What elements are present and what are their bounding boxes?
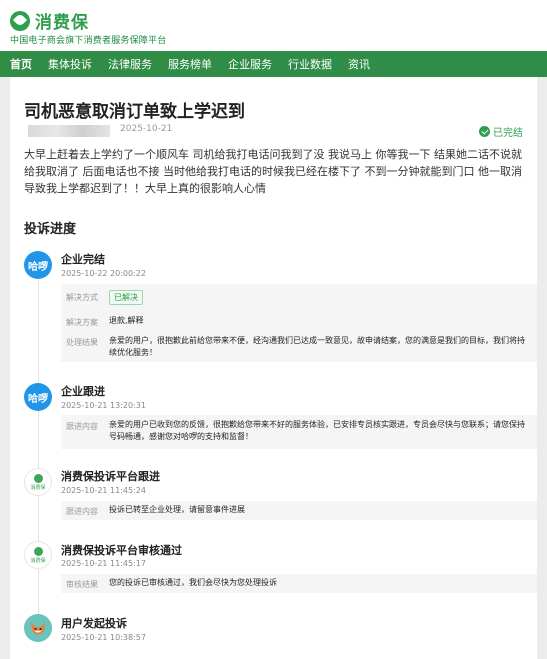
site-logo[interactable]: 消费保: [10, 8, 89, 33]
progress-heading: 投诉进度: [24, 222, 77, 237]
site-header: 消费保 中国电子商会旗下消费者服务保障平台: [0, 0, 547, 50]
row-value: 投诉已转至企业处理，请留意事件进展: [109, 505, 245, 514]
resolved-tag: 已解决: [109, 290, 143, 305]
timeline-detail-box: 跟进内容 投诉已转至企业处理，请留意事件进展: [61, 501, 537, 520]
status-label: 已完结: [493, 128, 523, 139]
row-value: 退款,解释: [109, 316, 144, 325]
avatar-label: 消费保: [30, 484, 46, 491]
nav-item-news[interactable]: 资讯: [348, 56, 370, 72]
right-gutter: [537, 77, 547, 659]
leaf-icon: [33, 473, 43, 483]
nav-item-rankings[interactable]: 服务榜单: [168, 56, 212, 72]
row-label: 审核结果: [66, 580, 98, 589]
avatar-label: 消费保: [30, 557, 46, 564]
nav-item-enterprise[interactable]: 企业服务: [228, 56, 272, 72]
fox-avatar-icon: [24, 614, 52, 642]
leaf-logo-icon: [10, 10, 30, 31]
timeline-detail-box: 解决方式 已解决 解决方案 退款,解释 处理结果 亲爱的用户，很抱歉此前给您带来…: [61, 284, 537, 362]
nav-item-legal[interactable]: 法律服务: [108, 56, 152, 72]
leaf-icon: [33, 546, 43, 556]
row-value: 亲爱的用户，很抱歉此前给您带来不便，经沟通我们已达成一致意见，故申请结案，您的满…: [109, 336, 525, 357]
hellobike-avatar: 哈啰: [24, 383, 52, 411]
timeline-time: 2025-10-22 20:00:22: [61, 269, 146, 278]
brand-subtitle: 中国电子商会旗下消费者服务保障平台: [10, 36, 167, 46]
row-value: 亲爱的用户已收到您的反馈，很抱歉给您带来不好的服务体验，已安排专员核实跟进，专员…: [109, 420, 525, 441]
left-gutter: [0, 77, 10, 659]
timeline-title: 企业完结: [61, 253, 105, 266]
brand-name: 消费保: [35, 13, 89, 33]
row-label: 解决方案: [66, 318, 98, 327]
avatar-label: 哈啰: [28, 393, 48, 405]
main-nav: 首页 集体投诉 法律服务 服务榜单 企业服务 行业数据 资讯: [0, 51, 547, 77]
timeline-connector: [38, 265, 39, 630]
complaint-title: 司机恶意取消订单致上学迟到: [24, 102, 245, 122]
nav-item-industry-data[interactable]: 行业数据: [288, 56, 332, 72]
timeline-time: 2025-10-21 10:38:57: [61, 633, 146, 642]
complaint-body: 大早上赶着去上学约了一个顺风车 司机给我打电话问我到了没 我说马上 你等我一下 …: [24, 148, 522, 195]
platform-avatar: 消费保: [24, 468, 52, 496]
row-label: 处理结果: [66, 338, 98, 347]
timeline-detail-box: 审核结果 您的投诉已审核通过，我们会尽快为您处理投诉: [61, 574, 537, 593]
timeline-time: 2025-10-21 11:45:17: [61, 559, 146, 568]
row-value: 您的投诉已审核通过，我们会尽快为您处理投诉: [109, 578, 277, 587]
platform-avatar: 消费保: [24, 541, 52, 569]
complaint-detail: 司机恶意取消订单致上学迟到 2025-10-21 已完结 大早上赶着去上学约了一…: [10, 77, 537, 659]
row-label: 跟进内容: [66, 507, 98, 516]
timeline-title: 企业跟进: [61, 385, 105, 398]
blurred-username: [28, 125, 110, 137]
row-label: 解决方式: [66, 293, 98, 302]
complaint-date: 2025-10-21: [120, 124, 173, 134]
hellobike-avatar: 哈啰: [24, 251, 52, 279]
complaint-meta: 2025-10-21 已完结: [24, 124, 523, 139]
status-badge: 已完结: [479, 124, 523, 139]
check-circle-icon: [479, 126, 490, 137]
timeline-title: 消费保投诉平台跟进: [61, 470, 160, 483]
timeline-time: 2025-10-21 11:45:24: [61, 486, 146, 495]
avatar-label: 哈啰: [28, 261, 48, 273]
user-avatar: [24, 614, 52, 642]
timeline-title: 用户发起投诉: [61, 617, 127, 630]
nav-item-group-complaint[interactable]: 集体投诉: [48, 56, 92, 72]
row-label: 跟进内容: [66, 422, 98, 431]
timeline-title: 消费保投诉平台审核通过: [61, 544, 182, 557]
timeline-time: 2025-10-21 13:20:31: [61, 401, 146, 410]
timeline-detail-box: 跟进内容 亲爱的用户已收到您的反馈，很抱歉给您带来不好的服务体验，已安排专员核实…: [61, 415, 537, 449]
nav-item-home[interactable]: 首页: [10, 56, 32, 72]
